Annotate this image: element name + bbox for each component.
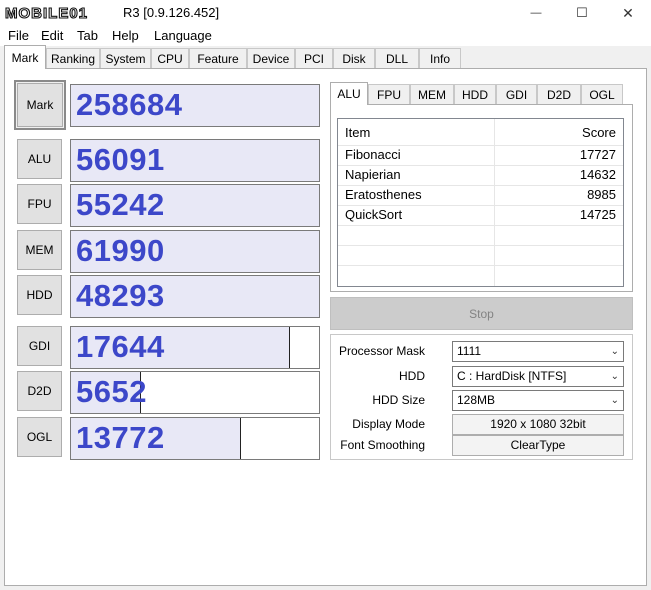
- row-item: Napierian: [345, 167, 401, 182]
- settings-group: Processor Mask 1111 ⌄ HDD C : HardDisk [N…: [330, 334, 633, 460]
- menu-file[interactable]: File: [8, 28, 29, 43]
- alu-score-bar: 56091: [70, 139, 320, 182]
- tab-disk[interactable]: Disk: [333, 48, 375, 68]
- close-icon: ✕: [622, 4, 634, 21]
- display-mode-field: 1920 x 1080 32bit: [452, 414, 624, 435]
- d2d-score-value: 5652: [76, 374, 147, 409]
- hdd-label: HDD: [399, 369, 425, 383]
- tab-info[interactable]: Info: [419, 48, 461, 68]
- menu-language[interactable]: Language: [154, 28, 212, 43]
- mem-score-value: 61990: [76, 233, 165, 268]
- chevron-down-icon: ⌄: [610, 371, 619, 382]
- alu-score-value: 56091: [76, 142, 165, 177]
- processor-mask-label: Processor Mask: [338, 344, 425, 358]
- row-divider: [338, 225, 623, 226]
- row-item: Fibonacci: [345, 147, 401, 162]
- mem-button[interactable]: MEM: [17, 230, 62, 270]
- stop-button[interactable]: Stop: [330, 297, 633, 330]
- tab-dll[interactable]: DLL: [375, 48, 419, 68]
- row-divider: [338, 145, 623, 146]
- hdd-size-label: HDD Size: [372, 393, 425, 407]
- minimize-button[interactable]: —: [513, 0, 559, 26]
- font-smoothing-label: Font Smoothing: [340, 438, 425, 452]
- fpu-score-value: 55242: [76, 187, 165, 222]
- display-mode-label: Display Mode: [352, 417, 425, 431]
- tab-mark[interactable]: Mark: [4, 45, 46, 69]
- sub-tab-mem[interactable]: MEM: [410, 84, 454, 104]
- gdi-score-value: 17644: [76, 329, 165, 364]
- row-score: 14725: [579, 207, 616, 222]
- row-divider: [338, 165, 623, 166]
- mark-score-value: 258684: [76, 87, 183, 122]
- svg-text:MOBILE01: MOBILE01: [5, 5, 88, 21]
- gdi-button[interactable]: GDI: [17, 326, 62, 366]
- row-divider: [338, 265, 623, 266]
- alu-button[interactable]: ALU: [17, 139, 62, 179]
- app-logo: MOBILE01: [4, 5, 136, 21]
- row-divider: [338, 245, 623, 246]
- window-title: R3 [0.9.126.452]: [121, 5, 220, 20]
- header-score[interactable]: Score: [582, 125, 616, 140]
- row-score: 17727: [579, 147, 616, 162]
- chevron-down-icon: ⌄: [610, 395, 619, 406]
- sub-tab-hdd[interactable]: HDD: [454, 84, 496, 104]
- row-item: Eratosthenes: [345, 187, 422, 202]
- tab-ranking[interactable]: Ranking: [46, 48, 100, 68]
- menu-help[interactable]: Help: [112, 28, 139, 43]
- d2d-button[interactable]: D2D: [17, 371, 62, 411]
- row-score: 8985: [587, 187, 616, 202]
- hdd-size-select[interactable]: 128MB ⌄: [452, 390, 624, 411]
- tab-system[interactable]: System: [100, 48, 151, 68]
- maximize-icon: ☐: [576, 5, 588, 20]
- d2d-score-bar: 5652: [70, 371, 320, 414]
- sub-tab-gdi[interactable]: GDI: [496, 84, 537, 104]
- hdd-value: C : HardDisk [NTFS]: [457, 369, 567, 383]
- menu-edit[interactable]: Edit: [41, 28, 63, 43]
- mem-score-bar: 61990: [70, 230, 320, 273]
- hdd-button[interactable]: HDD: [17, 275, 62, 315]
- close-button[interactable]: ✕: [605, 0, 651, 26]
- processor-mask-select[interactable]: 1111 ⌄: [452, 341, 624, 362]
- header-item[interactable]: Item: [345, 125, 370, 140]
- hdd-size-value: 128MB: [457, 393, 496, 407]
- fpu-score-bar: 55242: [70, 184, 320, 227]
- row-score: 14632: [579, 167, 616, 182]
- gdi-score-bar: 17644: [70, 326, 320, 369]
- tab-feature[interactable]: Feature: [189, 48, 247, 68]
- processor-mask-value: 1111: [457, 344, 482, 358]
- ogl-score-bar: 13772: [70, 417, 320, 460]
- font-smoothing-field: ClearType: [452, 435, 624, 456]
- tab-cpu[interactable]: CPU: [151, 48, 189, 68]
- hdd-select[interactable]: C : HardDisk [NTFS] ⌄: [452, 366, 624, 387]
- minimize-icon: —: [530, 7, 542, 19]
- menu-tab[interactable]: Tab: [77, 28, 98, 43]
- tab-pci[interactable]: PCI: [295, 48, 333, 68]
- ogl-score-value: 13772: [76, 420, 165, 455]
- ogl-button[interactable]: OGL: [17, 417, 62, 457]
- sub-tab-d2d[interactable]: D2D: [537, 84, 581, 104]
- maximize-button[interactable]: ☐: [559, 0, 605, 26]
- alu-score-table: Item Score Fibonacci 17727 Napierian 146…: [337, 118, 624, 287]
- row-divider: [338, 205, 623, 206]
- sub-tab-fpu[interactable]: FPU: [368, 84, 410, 104]
- row-item: QuickSort: [345, 207, 403, 222]
- mark-score-bar: 258684: [70, 84, 320, 127]
- sub-tab-alu[interactable]: ALU: [330, 82, 368, 105]
- hdd-score-bar: 48293: [70, 275, 320, 318]
- mark-button[interactable]: Mark: [14, 80, 66, 130]
- hdd-score-value: 48293: [76, 278, 165, 313]
- chevron-down-icon: ⌄: [610, 346, 619, 357]
- row-divider: [338, 185, 623, 186]
- fpu-button[interactable]: FPU: [17, 184, 62, 224]
- tab-device[interactable]: Device: [247, 48, 295, 68]
- sub-tab-ogl[interactable]: OGL: [581, 84, 623, 104]
